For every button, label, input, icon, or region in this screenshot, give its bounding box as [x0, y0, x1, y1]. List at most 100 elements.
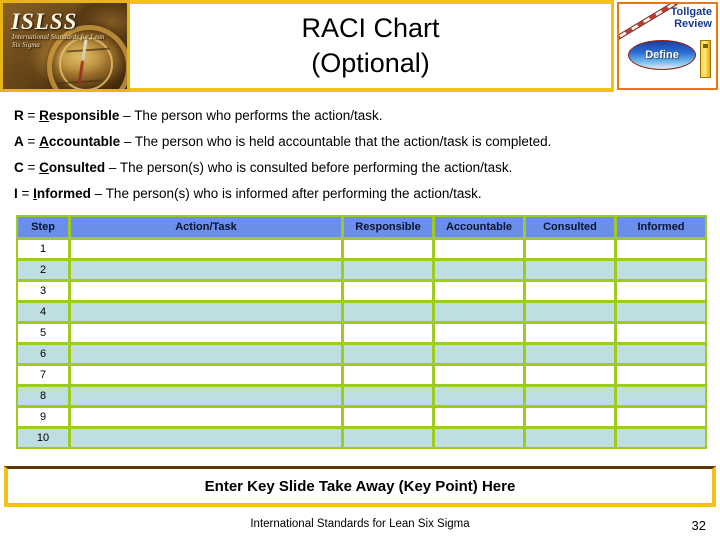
cell-consulted[interactable]	[525, 344, 615, 364]
cell-informed[interactable]	[616, 281, 706, 301]
cell-informed[interactable]	[616, 302, 706, 322]
table-row: 1	[17, 239, 706, 259]
gate-post-icon	[700, 40, 711, 78]
tollgate-review-label-line2: Review	[674, 18, 712, 30]
cell-responsible[interactable]	[343, 428, 433, 448]
cell-informed[interactable]	[616, 386, 706, 406]
slide-title-block: RACI Chart (Optional)	[130, 0, 614, 92]
cell-step: 9	[17, 407, 69, 427]
cell-accountable[interactable]	[434, 323, 524, 343]
cell-informed[interactable]	[616, 323, 706, 343]
tollgate-review-label-line1: Tollgate	[670, 6, 712, 18]
cell-responsible[interactable]	[343, 302, 433, 322]
definition-equals: =	[23, 134, 40, 149]
cell-task[interactable]	[70, 323, 342, 343]
cell-task[interactable]	[70, 281, 342, 301]
islss-logo: ISLSS International Standards for Lean S…	[0, 0, 130, 92]
cell-step: 1	[17, 239, 69, 259]
raci-definition-c: C = Consulted – The person(s) who is con…	[14, 155, 710, 181]
cell-task[interactable]	[70, 365, 342, 385]
cell-consulted[interactable]	[525, 281, 615, 301]
cell-task[interactable]	[70, 407, 342, 427]
cell-accountable[interactable]	[434, 281, 524, 301]
cell-step: 10	[17, 428, 69, 448]
page-title: RACI Chart (Optional)	[301, 11, 439, 81]
definition-word-initial: R	[39, 108, 49, 123]
table-row: 10	[17, 428, 706, 448]
definition-word-rest: onsulted	[48, 160, 106, 175]
page-title-line1: RACI Chart	[301, 13, 440, 43]
cell-task[interactable]	[70, 386, 342, 406]
cell-consulted[interactable]	[525, 386, 615, 406]
cell-responsible[interactable]	[343, 239, 433, 259]
cell-consulted[interactable]	[525, 365, 615, 385]
cell-accountable[interactable]	[434, 344, 524, 364]
cell-consulted[interactable]	[525, 323, 615, 343]
raci-table-body: 1 2 3 4 5 6 7 8 9 10	[17, 239, 706, 448]
logo-subtitle-text: International Standards for Lean Six Sig…	[12, 33, 105, 49]
cell-informed[interactable]	[616, 239, 706, 259]
cell-responsible[interactable]	[343, 260, 433, 280]
cell-responsible[interactable]	[343, 386, 433, 406]
cell-task[interactable]	[70, 428, 342, 448]
cell-task[interactable]	[70, 344, 342, 364]
cell-responsible[interactable]	[343, 344, 433, 364]
definition-word-rest: ccountable	[48, 134, 121, 149]
cell-responsible[interactable]	[343, 365, 433, 385]
table-row: 2	[17, 260, 706, 280]
cell-consulted[interactable]	[525, 407, 615, 427]
definition-letter: R	[14, 108, 24, 123]
definition-equals: =	[17, 186, 34, 201]
definition-word-rest: esponsible	[48, 108, 120, 123]
key-takeaway-text: Enter Key Slide Take Away (Key Point) He…	[204, 477, 516, 495]
column-header-action-task: Action/Task	[70, 216, 342, 238]
cell-responsible[interactable]	[343, 323, 433, 343]
cell-consulted[interactable]	[525, 260, 615, 280]
cell-informed[interactable]	[616, 428, 706, 448]
gate-post-light-icon	[703, 44, 708, 48]
cell-informed[interactable]	[616, 260, 706, 280]
definition-description: – The person who performs the action/tas…	[119, 108, 383, 123]
cell-task[interactable]	[70, 260, 342, 280]
cell-informed[interactable]	[616, 344, 706, 364]
cell-accountable[interactable]	[434, 239, 524, 259]
raci-definition-i: I = Informed – The person(s) who is info…	[14, 181, 710, 207]
cell-consulted[interactable]	[525, 239, 615, 259]
table-row: 9	[17, 407, 706, 427]
cell-informed[interactable]	[616, 407, 706, 427]
cell-accountable[interactable]	[434, 386, 524, 406]
slide-header: ISLSS International Standards for Lean S…	[0, 0, 720, 92]
cell-consulted[interactable]	[525, 302, 615, 322]
column-header-accountable: Accountable	[434, 216, 524, 238]
definition-letter: A	[14, 134, 24, 149]
table-row: 4	[17, 302, 706, 322]
cell-task[interactable]	[70, 239, 342, 259]
raci-definition-r: R = Responsible – The person who perform…	[14, 103, 710, 129]
cell-consulted[interactable]	[525, 428, 615, 448]
cell-accountable[interactable]	[434, 365, 524, 385]
cell-accountable[interactable]	[434, 302, 524, 322]
cell-informed[interactable]	[616, 365, 706, 385]
column-header-responsible: Responsible	[343, 216, 433, 238]
key-takeaway-box[interactable]: Enter Key Slide Take Away (Key Point) He…	[4, 466, 716, 507]
cell-accountable[interactable]	[434, 428, 524, 448]
cell-step: 3	[17, 281, 69, 301]
definition-equals: =	[23, 108, 40, 123]
cell-step: 8	[17, 386, 69, 406]
cell-accountable[interactable]	[434, 260, 524, 280]
tollgate-review-label: Tollgate Review	[640, 6, 712, 30]
cell-responsible[interactable]	[343, 281, 433, 301]
cell-task[interactable]	[70, 302, 342, 322]
table-header-row: Step Action/Task Responsible Accountable…	[17, 216, 706, 238]
table-row: 3	[17, 281, 706, 301]
cell-responsible[interactable]	[343, 407, 433, 427]
definition-description: – The person who is held accountable tha…	[120, 134, 552, 149]
column-header-informed: Informed	[616, 216, 706, 238]
page-title-line2: (Optional)	[311, 48, 430, 78]
page-number: 32	[691, 518, 706, 533]
table-row: 8	[17, 386, 706, 406]
cell-step: 7	[17, 365, 69, 385]
cell-accountable[interactable]	[434, 407, 524, 427]
table-row: 7	[17, 365, 706, 385]
definition-word-initial: A	[39, 134, 49, 149]
